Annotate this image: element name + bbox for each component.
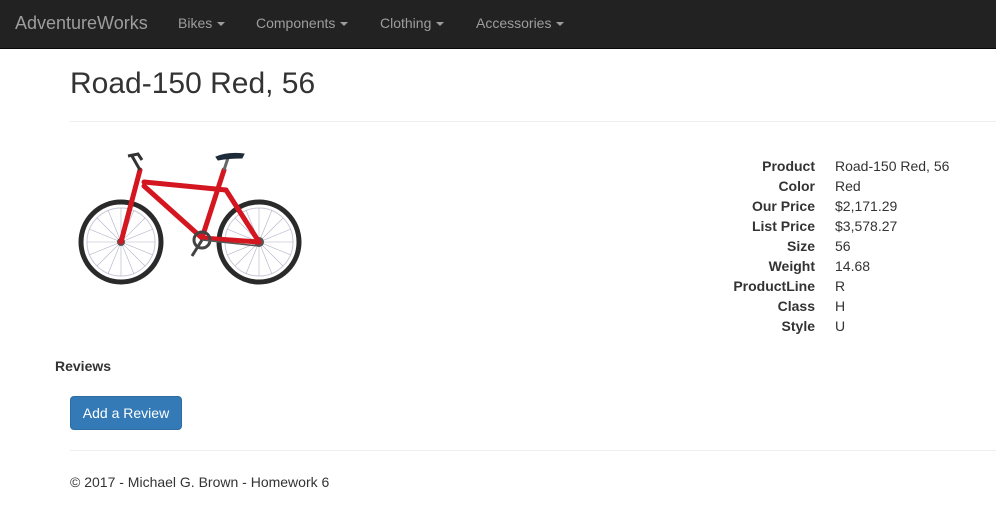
nav-dropdown-accessories[interactable]: Accessories — [476, 14, 565, 32]
nav-label: Components — [256, 15, 336, 31]
detail-term: Class — [777, 298, 815, 314]
caret-down-icon — [217, 22, 226, 27]
detail-value: 14.68 — [835, 258, 871, 274]
detail-term: ProductLine — [733, 278, 815, 294]
nav-label: Accessories — [476, 15, 552, 31]
detail-value: $2,171.29 — [835, 198, 898, 214]
reviews-heading: Reviews — [55, 358, 112, 374]
detail-term: Our Price — [751, 198, 815, 214]
red-road-bike-image — [78, 152, 302, 285]
detail-term: Style — [781, 318, 815, 334]
caret-down-icon — [340, 22, 349, 27]
navbar: AdventureWorks Bikes Components Clothing… — [0, 0, 996, 49]
footer-text: © 2017 - Michael G. Brown - Homework 6 — [70, 474, 330, 490]
detail-term: Weight — [768, 258, 815, 274]
add-review-button[interactable]: Add a Review — [70, 396, 182, 430]
detail-value: Red — [835, 178, 861, 194]
detail-term: Product — [762, 158, 815, 174]
nav-label: Bikes — [178, 15, 213, 31]
detail-term: Color — [778, 178, 815, 194]
detail-term: List Price — [751, 218, 815, 234]
detail-value: U — [835, 318, 846, 334]
caret-down-icon — [556, 22, 565, 27]
detail-value: R — [835, 278, 846, 294]
detail-value: Road-150 Red, 56 — [835, 158, 950, 174]
footer-divider — [70, 450, 996, 451]
nav-dropdown-clothing[interactable]: Clothing — [380, 14, 445, 32]
nav-dropdown-bikes[interactable]: Bikes — [178, 14, 226, 32]
divider — [70, 121, 996, 122]
nav-label: Clothing — [380, 15, 432, 31]
detail-value: 56 — [835, 238, 851, 254]
caret-down-icon — [436, 22, 445, 27]
detail-value: H — [835, 298, 846, 314]
page-title: Road-150 Red, 56 — [70, 67, 316, 100]
detail-term: Size — [786, 238, 815, 254]
detail-value: $3,578.27 — [835, 218, 898, 234]
brand-link[interactable]: AdventureWorks — [15, 13, 148, 33]
nav-dropdown-components[interactable]: Components — [256, 14, 349, 32]
